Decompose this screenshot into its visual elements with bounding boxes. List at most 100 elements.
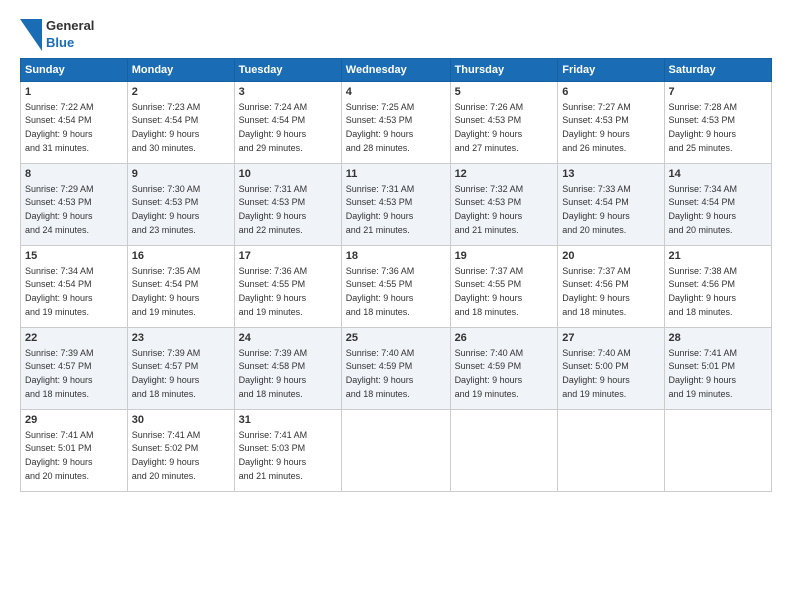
calendar-cell: 30 Sunrise: 7:41 AMSunset: 5:02 PMDayligh…	[127, 409, 234, 491]
calendar-cell: 11Sunrise: 7:31 AMSunset: 4:53 PMDayligh…	[341, 163, 450, 245]
day-info: Sunrise: 7:41 AMSunset: 5:03 PMDaylight:…	[239, 430, 308, 481]
day-number: 20	[562, 249, 659, 264]
day-of-week-header: Thursday	[450, 58, 558, 81]
day-info: Sunrise: 7:28 AMSunset: 4:53 PMDaylight:…	[669, 102, 738, 153]
day-number: 18	[346, 249, 446, 264]
calendar-cell: 29 Sunrise: 7:41 AMSunset: 5:01 PMDayligh…	[21, 409, 128, 491]
day-info: Sunrise: 7:40 AMSunset: 4:59 PMDaylight:…	[346, 348, 415, 399]
calendar-cell: 17Sunrise: 7:36 AMSunset: 4:55 PMDayligh…	[234, 245, 341, 327]
calendar-cell: 24 Sunrise: 7:39 AMSunset: 4:58 PMDayligh…	[234, 327, 341, 409]
day-info: Sunrise: 7:34 AMSunset: 4:54 PMDaylight:…	[25, 266, 94, 317]
day-info: Sunrise: 7:39 AMSunset: 4:58 PMDaylight:…	[239, 348, 308, 399]
day-number: 11	[346, 167, 446, 182]
calendar-cell	[558, 409, 664, 491]
logo: General Blue	[20, 18, 94, 52]
calendar-cell: 3Sunrise: 7:24 AMSunset: 4:54 PMDaylight…	[234, 81, 341, 163]
day-info: Sunrise: 7:35 AMSunset: 4:54 PMDaylight:…	[132, 266, 201, 317]
day-number: 10	[239, 167, 337, 182]
day-number: 29	[25, 413, 123, 428]
day-number: 2	[132, 85, 230, 100]
calendar-cell: 1 Sunrise: 7:22 AMSunset: 4:54 PMDaylight…	[21, 81, 128, 163]
day-number: 19	[455, 249, 554, 264]
logo-line1: General	[46, 18, 94, 35]
calendar-cell: 18 Sunrise: 7:36 AMSunset: 4:55 PMDayligh…	[341, 245, 450, 327]
day-info: Sunrise: 7:26 AMSunset: 4:53 PMDaylight:…	[455, 102, 524, 153]
day-of-week-header: Sunday	[21, 58, 128, 81]
header: General Blue	[20, 18, 772, 52]
day-number: 16	[132, 249, 230, 264]
day-info: Sunrise: 7:38 AMSunset: 4:56 PMDaylight:…	[669, 266, 738, 317]
day-number: 15	[25, 249, 123, 264]
day-info: Sunrise: 7:39 AMSunset: 4:57 PMDaylight:…	[25, 348, 94, 399]
day-of-week-header: Saturday	[664, 58, 771, 81]
logo-container: General Blue	[20, 18, 94, 52]
logo-text: General Blue	[46, 18, 94, 52]
calendar-cell: 20 Sunrise: 7:37 AMSunset: 4:56 PMDayligh…	[558, 245, 664, 327]
calendar-cell	[450, 409, 558, 491]
calendar-cell: 22 Sunrise: 7:39 AMSunset: 4:57 PMDayligh…	[21, 327, 128, 409]
day-info: Sunrise: 7:23 AMSunset: 4:54 PMDaylight:…	[132, 102, 201, 153]
day-number: 27	[562, 331, 659, 346]
day-info: Sunrise: 7:25 AMSunset: 4:53 PMDaylight:…	[346, 102, 415, 153]
day-info: Sunrise: 7:41 AMSunset: 5:01 PMDaylight:…	[25, 430, 94, 481]
calendar-cell: 5Sunrise: 7:26 AMSunset: 4:53 PMDaylight…	[450, 81, 558, 163]
calendar-cell: 23Sunrise: 7:39 AMSunset: 4:57 PMDayligh…	[127, 327, 234, 409]
day-info: Sunrise: 7:37 AMSunset: 4:56 PMDaylight:…	[562, 266, 631, 317]
day-number: 23	[132, 331, 230, 346]
day-number: 26	[455, 331, 554, 346]
calendar-cell: 4Sunrise: 7:25 AMSunset: 4:53 PMDaylight…	[341, 81, 450, 163]
day-of-week-header: Monday	[127, 58, 234, 81]
day-info: Sunrise: 7:30 AMSunset: 4:53 PMDaylight:…	[132, 184, 201, 235]
calendar-cell: 8 Sunrise: 7:29 AMSunset: 4:53 PMDaylight…	[21, 163, 128, 245]
calendar-cell: 31 Sunrise: 7:41 AMSunset: 5:03 PMDayligh…	[234, 409, 341, 491]
calendar-cell: 16 Sunrise: 7:35 AMSunset: 4:54 PMDayligh…	[127, 245, 234, 327]
day-number: 8	[25, 167, 123, 182]
calendar-week-row: 8 Sunrise: 7:29 AMSunset: 4:53 PMDaylight…	[21, 163, 772, 245]
day-info: Sunrise: 7:41 AMSunset: 5:01 PMDaylight:…	[669, 348, 738, 399]
calendar-cell: 14Sunrise: 7:34 AMSunset: 4:54 PMDayligh…	[664, 163, 771, 245]
day-number: 9	[132, 167, 230, 182]
calendar-week-row: 22 Sunrise: 7:39 AMSunset: 4:57 PMDayligh…	[21, 327, 772, 409]
calendar-cell: 2 Sunrise: 7:23 AMSunset: 4:54 PMDaylight…	[127, 81, 234, 163]
calendar-cell: 25 Sunrise: 7:40 AMSunset: 4:59 PMDayligh…	[341, 327, 450, 409]
calendar: SundayMondayTuesdayWednesdayThursdayFrid…	[20, 58, 772, 492]
day-number: 25	[346, 331, 446, 346]
day-info: Sunrise: 7:24 AMSunset: 4:54 PMDaylight:…	[239, 102, 308, 153]
calendar-week-row: 15 Sunrise: 7:34 AMSunset: 4:54 PMDayligh…	[21, 245, 772, 327]
day-of-week-header: Wednesday	[341, 58, 450, 81]
day-info: Sunrise: 7:37 AMSunset: 4:55 PMDaylight:…	[455, 266, 524, 317]
calendar-cell: 28 Sunrise: 7:41 AMSunset: 5:01 PMDayligh…	[664, 327, 771, 409]
calendar-cell: 12 Sunrise: 7:32 AMSunset: 4:53 PMDayligh…	[450, 163, 558, 245]
day-of-week-header: Tuesday	[234, 58, 341, 81]
calendar-cell: 21Sunrise: 7:38 AMSunset: 4:56 PMDayligh…	[664, 245, 771, 327]
day-info: Sunrise: 7:36 AMSunset: 4:55 PMDaylight:…	[346, 266, 415, 317]
calendar-header-row: SundayMondayTuesdayWednesdayThursdayFrid…	[21, 58, 772, 81]
calendar-week-row: 29 Sunrise: 7:41 AMSunset: 5:01 PMDayligh…	[21, 409, 772, 491]
calendar-cell	[664, 409, 771, 491]
day-info: Sunrise: 7:33 AMSunset: 4:54 PMDaylight:…	[562, 184, 631, 235]
day-info: Sunrise: 7:36 AMSunset: 4:55 PMDaylight:…	[239, 266, 308, 317]
day-info: Sunrise: 7:29 AMSunset: 4:53 PMDaylight:…	[25, 184, 94, 235]
day-info: Sunrise: 7:32 AMSunset: 4:53 PMDaylight:…	[455, 184, 524, 235]
day-number: 22	[25, 331, 123, 346]
calendar-cell	[341, 409, 450, 491]
day-info: Sunrise: 7:41 AMSunset: 5:02 PMDaylight:…	[132, 430, 201, 481]
day-number: 30	[132, 413, 230, 428]
day-of-week-header: Friday	[558, 58, 664, 81]
day-number: 24	[239, 331, 337, 346]
calendar-cell: 7 Sunrise: 7:28 AMSunset: 4:53 PMDaylight…	[664, 81, 771, 163]
day-number: 7	[669, 85, 767, 100]
day-info: Sunrise: 7:22 AMSunset: 4:54 PMDaylight:…	[25, 102, 94, 153]
day-number: 31	[239, 413, 337, 428]
day-number: 12	[455, 167, 554, 182]
calendar-cell: 19 Sunrise: 7:37 AMSunset: 4:55 PMDayligh…	[450, 245, 558, 327]
day-number: 28	[669, 331, 767, 346]
logo-triangle-icon	[20, 19, 42, 51]
calendar-cell: 10 Sunrise: 7:31 AMSunset: 4:53 PMDayligh…	[234, 163, 341, 245]
day-info: Sunrise: 7:31 AMSunset: 4:53 PMDaylight:…	[239, 184, 308, 235]
day-number: 1	[25, 85, 123, 100]
day-info: Sunrise: 7:27 AMSunset: 4:53 PMDaylight:…	[562, 102, 631, 153]
logo-line2: Blue	[46, 35, 94, 52]
page: General Blue SundayMondayTuesdayWednesda…	[0, 0, 792, 612]
day-number: 14	[669, 167, 767, 182]
